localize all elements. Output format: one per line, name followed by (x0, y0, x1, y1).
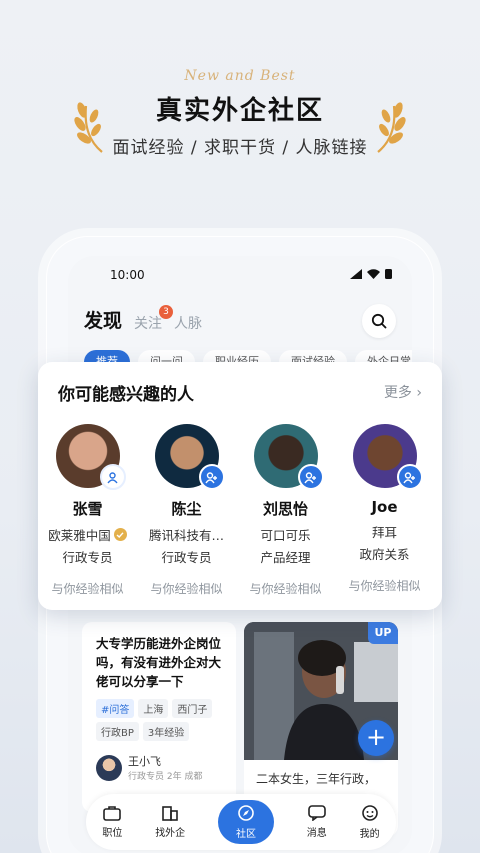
tag-item[interactable]: 西门子 (172, 699, 213, 718)
author-row[interactable]: 王小飞 行政专员 2年 成都 (96, 753, 222, 782)
person-card[interactable]: 陈尘 腾讯科技有… 行政专员 与你经验相似 (137, 424, 236, 597)
wifi-icon (367, 268, 380, 279)
tab-following[interactable]: 关注 3 (134, 305, 174, 333)
tag-item[interactable]: #问答 (96, 699, 135, 718)
nav-item-community[interactable]: 社区 (217, 800, 274, 844)
add-person-icon (403, 471, 415, 483)
question-text: 大专学历能进外企岗位吗，有没有进外企对大佬可以分享一下 (96, 636, 222, 689)
avatar (253, 424, 324, 490)
building-icon (162, 806, 178, 821)
add-friend-button[interactable] (396, 464, 423, 490)
chat-icon (307, 805, 326, 821)
person-title: 政府关系 (359, 547, 410, 562)
nav-item-profile[interactable]: 我的 (360, 804, 380, 840)
suggested-people-card: 你可能感兴趣的人 更多 › 张雪 欧莱雅中国 行政专员 与你经验相似 陈尘 腾讯… (38, 362, 442, 610)
laurel-right-icon (377, 102, 406, 153)
status-time: 10:00 (110, 268, 145, 282)
avatar (352, 424, 423, 490)
person-name: 陈尘 (171, 500, 202, 518)
suggested-title: 你可能感兴趣的人 (58, 385, 194, 405)
tab-following-label: 关注 (134, 316, 163, 332)
nav-label: 社区 (235, 829, 256, 840)
hero-script-text: New and Best (184, 68, 296, 84)
person-company: 腾讯科技有… (148, 528, 224, 543)
company-label: 欧莱雅中国 (48, 528, 111, 543)
up-badge: UP (368, 622, 398, 644)
compass-icon (238, 805, 254, 821)
search-icon (371, 313, 387, 329)
person-similarity: 与你经验相似 (150, 582, 223, 596)
verified-icon (113, 528, 127, 541)
nav-label: 找外企 (155, 828, 186, 839)
tag-item[interactable]: 行政BP (96, 722, 139, 741)
feed-card-question[interactable]: 大专学历能进外企岗位吗，有没有进外企对大佬可以分享一下 #问答 上海 西门子 行… (82, 622, 236, 812)
person-company: 可口可乐 (260, 528, 311, 543)
bottom-nav: 职位 找外企 社区 消息 我的 (86, 794, 396, 850)
avatar (55, 424, 126, 490)
tab-network[interactable]: 人脉 (174, 313, 202, 333)
more-link[interactable]: 更多 › (384, 382, 422, 402)
person-card[interactable]: 张雪 欧莱雅中国 行政专员 与你经验相似 (38, 424, 137, 597)
add-friend-button[interactable] (198, 464, 225, 490)
author-meta: 行政专员 2年 成都 (128, 772, 203, 782)
search-button[interactable] (362, 304, 396, 338)
nav-item-messages[interactable]: 消息 (307, 805, 327, 839)
person-name: Joe (371, 498, 398, 516)
nav-label: 消息 (306, 828, 327, 839)
person-name: 刘思怡 (262, 500, 308, 518)
post-photo: UP + (244, 622, 398, 760)
add-person-icon (205, 471, 217, 483)
person-card[interactable]: 刘思怡 可口可乐 产品经理 与你经验相似 (236, 424, 335, 597)
person-similarity: 与你经验相似 (348, 579, 421, 593)
status-icons (350, 268, 392, 279)
briefcase-icon (103, 806, 122, 821)
add-friend-button[interactable] (297, 464, 324, 490)
person-company: 拜耳 (371, 525, 397, 540)
create-post-button[interactable]: + (358, 720, 394, 756)
person-company: 欧莱雅中国 (48, 525, 127, 544)
chevron-right-icon: › (416, 385, 422, 401)
author-name: 王小飞 (128, 755, 161, 768)
post-text: 二本女生，三年行政， (256, 772, 377, 786)
nav-label: 职位 (102, 828, 123, 839)
person-title: 行政专员 (161, 550, 212, 565)
notification-badge: 3 (159, 305, 174, 319)
signal-icon (350, 268, 362, 279)
header-tabs: 发现 关注 3 人脉 (84, 305, 202, 333)
tab-discover[interactable]: 发现 (84, 306, 122, 333)
person-title: 行政专员 (62, 550, 113, 565)
add-person-icon (304, 471, 316, 483)
avatar (96, 754, 122, 781)
followed-badge[interactable] (99, 464, 126, 490)
person-title: 产品经理 (260, 550, 311, 565)
tag-item[interactable]: 3年经验 (142, 722, 190, 741)
nav-item-companies[interactable]: 找外企 (155, 805, 185, 839)
nav-label: 我的 (359, 829, 380, 840)
people-list: 张雪 欧莱雅中国 行政专员 与你经验相似 陈尘 腾讯科技有… 行政专员 与你经验… (38, 424, 442, 597)
person-similarity: 与你经验相似 (51, 582, 124, 596)
person-name: 张雪 (72, 500, 103, 518)
profile-icon (361, 805, 378, 821)
laurel-left-icon (74, 102, 103, 153)
tag-item[interactable]: 上海 (138, 699, 169, 718)
more-label: 更多 (383, 385, 412, 401)
person-check-icon (107, 471, 118, 483)
person-card[interactable]: Joe 拜耳 政府关系 与你经验相似 (335, 424, 434, 597)
nav-item-jobs[interactable]: 职位 (102, 805, 122, 839)
battery-icon (385, 269, 392, 279)
avatar (154, 424, 225, 490)
question-tags: #问答 上海 西门子 行政BP 3年经验 (96, 699, 222, 741)
person-similarity: 与你经验相似 (249, 582, 322, 596)
